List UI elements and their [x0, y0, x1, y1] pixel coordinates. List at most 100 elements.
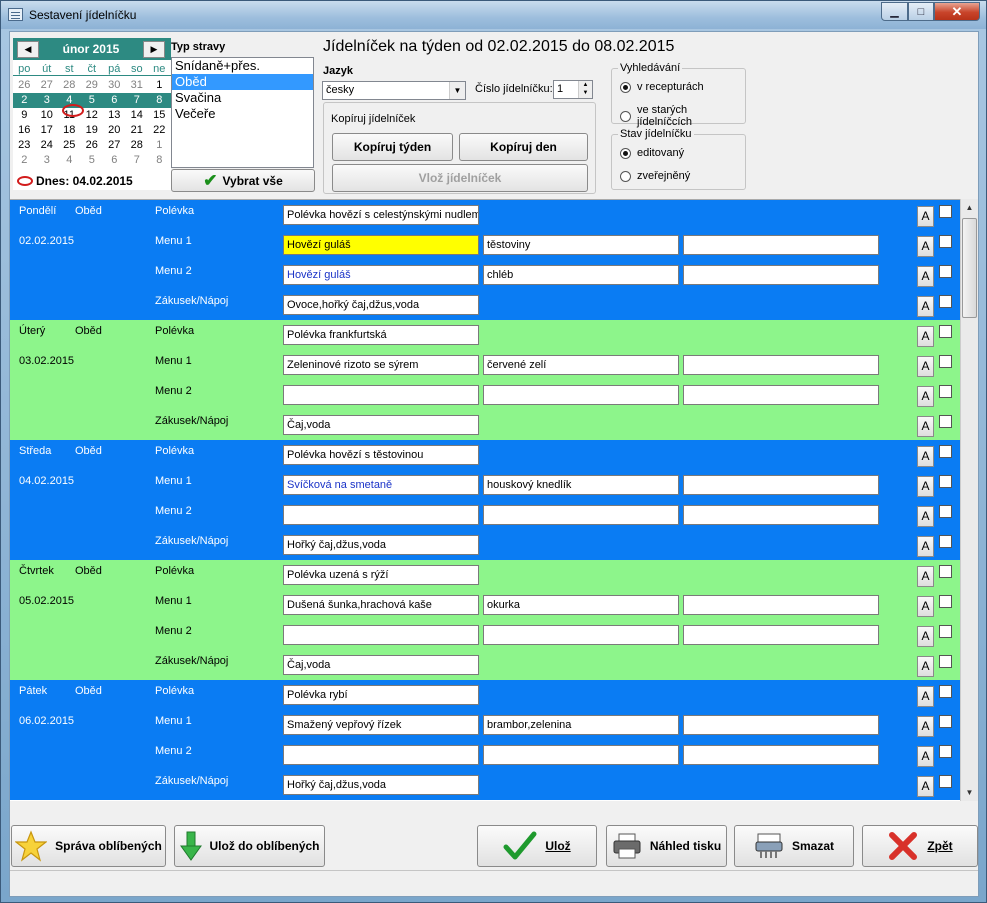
- calendar-day[interactable]: 28: [126, 138, 149, 153]
- scroll-down-icon[interactable]: ▼: [961, 784, 978, 801]
- calendar-day[interactable]: 15: [148, 108, 171, 123]
- row-checkbox[interactable]: [939, 475, 952, 488]
- soup-field[interactable]: Polévka hovězí s celestýnskými nudlemi: [283, 205, 479, 225]
- menu2-field[interactable]: [483, 625, 679, 645]
- font-button[interactable]: A: [917, 506, 934, 527]
- calendar-day[interactable]: 16: [13, 123, 36, 138]
- close-window-button[interactable]: ✕: [934, 2, 980, 21]
- save-button[interactable]: Ulož: [477, 825, 597, 867]
- font-button[interactable]: A: [917, 626, 934, 647]
- select-all-button[interactable]: ✔ Vybrat vše: [171, 169, 315, 192]
- print-preview-button[interactable]: Náhled tisku: [606, 825, 727, 867]
- soup-field[interactable]: Polévka uzená s rýží: [283, 565, 479, 585]
- calendar-day[interactable]: 27: [36, 78, 59, 93]
- menu2-field[interactable]: [683, 505, 879, 525]
- minimize-button[interactable]: ▁: [881, 2, 908, 21]
- menu2-field[interactable]: [283, 505, 479, 525]
- calendar-day[interactable]: 2: [13, 93, 36, 108]
- row-checkbox[interactable]: [939, 205, 952, 218]
- soup-field[interactable]: Polévka rybí: [283, 685, 479, 705]
- menu-app-icon[interactable]: [8, 8, 23, 21]
- manage-favorites-button[interactable]: Správa oblíbených: [11, 825, 166, 867]
- menu1-field[interactable]: [683, 715, 879, 735]
- menu1-field[interactable]: Smažený vepřový řízek: [283, 715, 479, 735]
- calendar-day[interactable]: 9: [13, 108, 36, 123]
- row-checkbox[interactable]: [939, 745, 952, 758]
- calendar-day[interactable]: 6: [103, 153, 126, 168]
- menu1-field[interactable]: houskový knedlík: [483, 475, 679, 495]
- month-calendar[interactable]: ◀ únor 2015 ▶ po út st čt pá so ne 26 27 28 29 30 3…: [13, 38, 171, 190]
- menu1-field[interactable]: [683, 355, 879, 375]
- font-button[interactable]: A: [917, 266, 934, 287]
- search-recipes-radio[interactable]: v recepturách: [620, 81, 704, 93]
- menu1-field[interactable]: okurka: [483, 595, 679, 615]
- menu2-field[interactable]: [283, 745, 479, 765]
- calendar-day[interactable]: 25: [58, 138, 81, 153]
- menu1-field[interactable]: Hovězí guláš: [283, 235, 479, 255]
- calendar-day[interactable]: 5: [81, 93, 104, 108]
- font-button[interactable]: A: [917, 236, 934, 257]
- soup-field[interactable]: Polévka frankfurtská: [283, 325, 479, 345]
- font-button[interactable]: A: [917, 536, 934, 557]
- font-button[interactable]: A: [917, 746, 934, 767]
- calendar-day[interactable]: 5: [81, 153, 104, 168]
- calendar-day[interactable]: 8: [148, 153, 171, 168]
- menu1-field[interactable]: [683, 595, 879, 615]
- font-button[interactable]: A: [917, 686, 934, 707]
- row-checkbox[interactable]: [939, 595, 952, 608]
- row-checkbox[interactable]: [939, 415, 952, 428]
- calendar-day[interactable]: 13: [103, 108, 126, 123]
- font-button[interactable]: A: [917, 716, 934, 737]
- calendar-day[interactable]: 8: [148, 93, 171, 108]
- calendar-day[interactable]: 29: [81, 78, 104, 93]
- paste-menu-button[interactable]: Vlož jídelníček: [332, 164, 588, 192]
- font-button[interactable]: A: [917, 596, 934, 617]
- calendar-today[interactable]: Dnes: 04.02.2015: [17, 174, 133, 188]
- calendar-day[interactable]: 19: [81, 123, 104, 138]
- back-button[interactable]: Zpět: [862, 825, 978, 867]
- menu1-field[interactable]: Dušená šunka,hrachová kaše: [283, 595, 479, 615]
- meal-type-item[interactable]: Snídaně+přes.: [172, 58, 313, 74]
- calendar-day[interactable]: 2: [13, 153, 36, 168]
- calendar-day[interactable]: 27: [103, 138, 126, 153]
- menu1-field[interactable]: [683, 475, 879, 495]
- font-button[interactable]: A: [917, 356, 934, 377]
- dessert-field[interactable]: Hořký čaj,džus,voda: [283, 775, 479, 795]
- row-checkbox[interactable]: [939, 535, 952, 548]
- calendar-day[interactable]: 23: [13, 138, 36, 153]
- calendar-day[interactable]: 31: [126, 78, 149, 93]
- font-button[interactable]: A: [917, 206, 934, 227]
- font-button[interactable]: A: [917, 386, 934, 407]
- row-checkbox[interactable]: [939, 715, 952, 728]
- menu2-field[interactable]: [683, 265, 879, 285]
- calendar-day[interactable]: 17: [36, 123, 59, 138]
- meal-type-list[interactable]: Snídaně+přes. Oběd Svačina Večeře: [171, 57, 314, 168]
- calendar-day[interactable]: 1: [148, 138, 171, 153]
- row-checkbox[interactable]: [939, 685, 952, 698]
- delete-button[interactable]: Smazat: [734, 825, 854, 867]
- menu1-field[interactable]: Zeleninové rizoto se sýrem: [283, 355, 479, 375]
- calendar-month-label[interactable]: únor 2015: [43, 42, 139, 56]
- dessert-field[interactable]: Ovoce,hořký čaj,džus,voda: [283, 295, 479, 315]
- menu1-field[interactable]: [683, 235, 879, 255]
- calendar-day[interactable]: 30: [103, 78, 126, 93]
- calendar-day[interactable]: 4: [58, 153, 81, 168]
- row-checkbox[interactable]: [939, 565, 952, 578]
- calendar-day[interactable]: 26: [13, 78, 36, 93]
- font-button[interactable]: A: [917, 326, 934, 347]
- menu2-field[interactable]: [283, 625, 479, 645]
- menu2-field[interactable]: Hovězí guláš: [283, 265, 479, 285]
- font-button[interactable]: A: [917, 476, 934, 497]
- save-favorites-button[interactable]: Ulož do oblíbených: [174, 825, 325, 867]
- calendar-day[interactable]: 7: [126, 153, 149, 168]
- meal-type-item-selected[interactable]: Oběd: [172, 74, 313, 90]
- scroll-thumb[interactable]: [962, 218, 977, 318]
- calendar-day[interactable]: 3: [36, 93, 59, 108]
- row-checkbox[interactable]: [939, 235, 952, 248]
- menu1-field[interactable]: těstoviny: [483, 235, 679, 255]
- menu2-field[interactable]: chléb: [483, 265, 679, 285]
- spin-arrows-icon[interactable]: ▲ ▼: [578, 81, 592, 98]
- maximize-button[interactable]: □: [908, 2, 934, 21]
- calendar-day[interactable]: 22: [148, 123, 171, 138]
- font-button[interactable]: A: [917, 776, 934, 797]
